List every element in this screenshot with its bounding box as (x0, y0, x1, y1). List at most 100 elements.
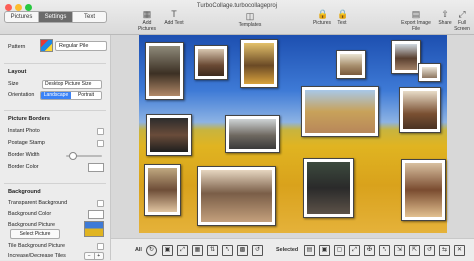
pattern-label: Pattern (8, 44, 26, 50)
grid-icon[interactable]: ▦ (192, 245, 203, 256)
minus-icon[interactable]: − (85, 253, 95, 259)
tab-settings[interactable]: Settings (39, 12, 73, 22)
delete-icon[interactable]: ✕ (454, 245, 465, 256)
export-image-button[interactable]: ▤ Export Image File (397, 9, 435, 32)
crop-icon[interactable]: ▣ (319, 245, 330, 256)
add-pictures-label: Add Pictures (137, 20, 157, 32)
transparent-bg-label: Transparent Background (8, 200, 68, 206)
compress-icon[interactable]: ⤣ (222, 245, 233, 256)
move-icon[interactable]: ✠ (364, 245, 375, 256)
divider (4, 183, 106, 184)
size-value: Desktop Picture Size (45, 81, 92, 87)
export-label: Export Image File (401, 20, 431, 32)
lock-text-label: Text (337, 20, 347, 26)
compress-selected-icon[interactable]: ⤣ (379, 245, 390, 256)
border-width-slider[interactable] (66, 152, 102, 160)
selected-label: Selected (276, 247, 299, 253)
collage-photo[interactable] (144, 164, 181, 216)
instant-photo-checkbox[interactable] (97, 128, 104, 135)
lock-icon: 🔒 (337, 9, 349, 19)
divider (4, 110, 106, 111)
border-color-well[interactable] (88, 163, 104, 172)
size-select[interactable]: Desktop Picture Size (42, 80, 102, 89)
align-icon[interactable]: ▩ (237, 245, 248, 256)
collage-photo[interactable] (197, 166, 276, 226)
collage-photo[interactable] (401, 159, 446, 221)
borders-header: Picture Borders (8, 116, 50, 122)
orientation-label: Orientation (8, 92, 35, 98)
layout-header: Layout (8, 69, 27, 75)
toolbar: TurboCollage.turbocollageproj Pictures S… (0, 0, 474, 35)
postage-stamp-label: Postage Stamp (8, 140, 45, 146)
share-button[interactable]: ⇧ Share (438, 9, 452, 26)
collage-photo[interactable] (194, 45, 228, 80)
orientation-portrait[interactable]: Portrait (71, 92, 101, 99)
add-pictures-button[interactable]: ▦ Add Pictures (134, 9, 160, 32)
bg-picture-label: Background Picture (8, 222, 56, 228)
bg-color-well[interactable] (88, 210, 104, 219)
sidebar-tab-control: Pictures Settings Text (4, 11, 107, 23)
distribute-icon[interactable]: ⇅ (207, 245, 218, 256)
size-label: Size (8, 81, 19, 87)
orientation-landscape[interactable]: Landscape (41, 92, 71, 99)
collage-photo[interactable] (225, 115, 280, 153)
app-window: TurboCollage.turbocollageproj Pictures S… (0, 0, 474, 261)
tile-bg-checkbox[interactable] (97, 243, 104, 250)
collage-photo[interactable] (418, 63, 441, 82)
tiles-stepper[interactable]: − + (84, 252, 104, 260)
collage-photo[interactable] (146, 114, 192, 156)
instant-photo-label: Instant Photo (8, 128, 40, 134)
full-screen-button[interactable]: ⤢ Full Screen (454, 9, 470, 32)
bring-front-icon[interactable]: ▤ (304, 245, 315, 256)
divider (4, 63, 106, 64)
pattern-select[interactable]: Regular Pile (55, 41, 107, 51)
collage-photo[interactable] (336, 50, 366, 79)
tab-pictures[interactable]: Pictures (5, 12, 39, 22)
expand-icon[interactable]: ⤢ (177, 245, 188, 256)
full-screen-label: Full Screen (454, 20, 470, 32)
resize-icon[interactable]: ⇲ (394, 245, 405, 256)
add-text-button[interactable]: T Add Text (162, 9, 186, 26)
plus-icon[interactable]: + (95, 253, 104, 259)
add-text-label: Add Text (164, 20, 184, 26)
lock-pictures-button[interactable]: 🔒 Pictures (312, 9, 332, 26)
fit-selected-icon[interactable]: ▢ (334, 245, 345, 256)
tile-bg-label: Tile Background Picture (8, 243, 66, 249)
settings-sidebar: Pattern Regular Pile Layout Size Desktop… (0, 35, 111, 260)
collage-photo[interactable] (391, 40, 421, 74)
bg-picture-thumbnail[interactable] (84, 221, 104, 237)
all-label: All (135, 247, 142, 253)
add-pictures-icon: ▦ (142, 9, 152, 19)
inc-dec-tiles-label: Increase/Decrease Tiles (8, 253, 66, 259)
rotate-selected-icon[interactable]: ↺ (424, 245, 435, 256)
bottom-toolbar: All ↻ ▣ ⤢ ▦ ⇅ ⤣ ▩ ↺ Selected ▤ ▣ ▢ ⤢ ✠ ⤣… (111, 238, 474, 261)
shuffle-icon[interactable]: ↻ (146, 245, 157, 256)
lock-pictures-label: Pictures (312, 20, 332, 26)
resize-small-icon[interactable]: ⇱ (409, 245, 420, 256)
flip-icon[interactable]: ⇆ (439, 245, 450, 256)
collage-photo[interactable] (399, 87, 441, 133)
share-icon: ⇧ (441, 9, 449, 19)
transparent-bg-checkbox[interactable] (97, 200, 104, 207)
pattern-value: Regular Pile (59, 43, 89, 49)
fit-icon[interactable]: ▣ (162, 245, 173, 256)
expand-selected-icon[interactable]: ⤢ (349, 245, 360, 256)
pattern-thumbnail[interactable] (40, 39, 53, 52)
collage-photo[interactable] (301, 86, 379, 137)
collage-photo[interactable] (145, 42, 184, 100)
lock-text-button[interactable]: 🔒 Text (334, 9, 350, 26)
templates-button[interactable]: ◫ Templates (236, 11, 264, 28)
postage-stamp-checkbox[interactable] (97, 140, 104, 147)
collage-photo[interactable] (240, 39, 278, 88)
lock-icon: 🔒 (317, 9, 329, 19)
collage-photo[interactable] (303, 158, 354, 218)
select-picture-button[interactable]: Select Picture (10, 229, 60, 239)
templates-label: Templates (238, 22, 262, 28)
tab-text[interactable]: Text (73, 12, 106, 22)
rotate-icon[interactable]: ↺ (252, 245, 263, 256)
orientation-control: Landscape Portrait (40, 91, 102, 100)
add-text-icon: T (171, 9, 177, 19)
slider-thumb[interactable] (69, 152, 77, 160)
collage-canvas[interactable] (139, 35, 447, 233)
bg-color-label: Background Color (8, 211, 52, 217)
